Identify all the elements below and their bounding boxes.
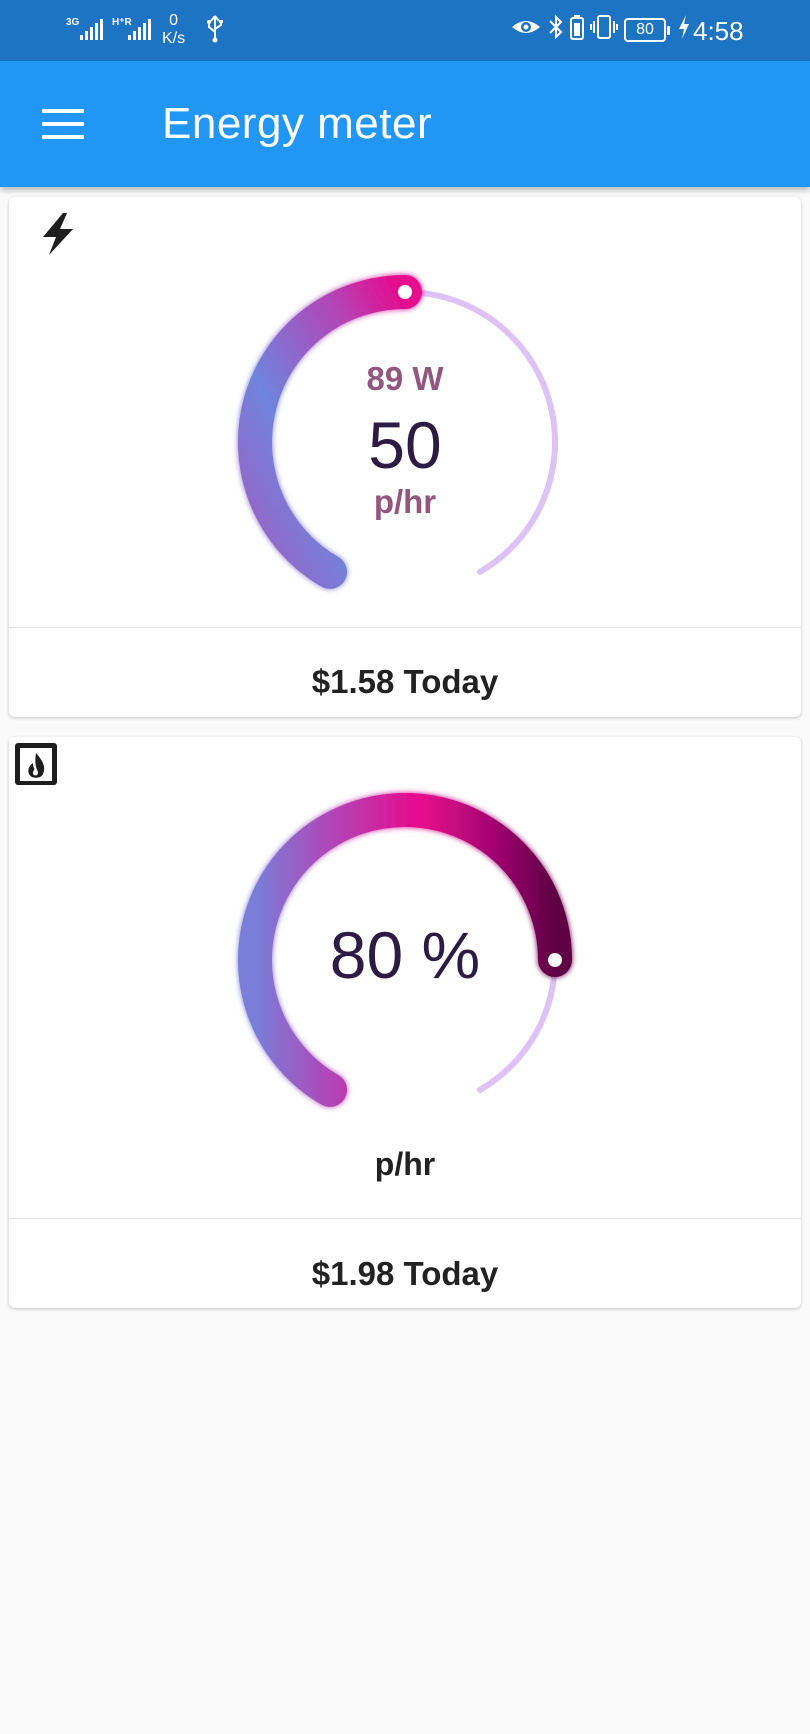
net-speed-value: 0	[169, 12, 179, 29]
percent-value: 80 %	[329, 918, 481, 992]
cost-today: $1.98 Today	[311, 1255, 499, 1292]
eye-icon	[510, 15, 542, 44]
menu-button[interactable]	[36, 101, 90, 147]
signal-3g-icon: 3G	[66, 14, 106, 47]
menu-icon	[42, 109, 84, 113]
app-title: Energy meter	[162, 99, 433, 148]
app-bar: Energy meter	[0, 61, 810, 187]
rate-unit: p/hr	[373, 483, 437, 520]
battery-small-icon	[570, 14, 584, 45]
battery-indicator: 80	[624, 17, 670, 42]
rate-unit: p/hr	[374, 1146, 436, 1182]
rate-value: 50	[368, 408, 442, 482]
bluetooth-icon	[548, 14, 564, 45]
cost-today: $1.58 Today	[311, 663, 499, 700]
charging-icon	[678, 15, 690, 44]
watts-label: 89 W	[366, 360, 444, 397]
net-speed: 0 K/s	[162, 12, 185, 48]
vibrate-icon	[590, 14, 618, 45]
net-speed-unit: K/s	[162, 30, 186, 47]
svg-text:3G: 3G	[66, 17, 80, 28]
svg-text:H⁺R: H⁺R	[112, 17, 133, 28]
card-divider	[9, 1218, 801, 1219]
heating-card[interactable]: 80 % p/hr $1.98 Today	[9, 737, 801, 1308]
status-right-icons: 80	[510, 14, 690, 45]
signal-hplus-icon: H⁺R	[112, 14, 154, 47]
gauge-knob[interactable]	[398, 285, 412, 299]
status-bar: 3G H⁺R 0 K/s 80 4:58	[0, 0, 810, 61]
card-divider	[9, 627, 801, 628]
electricity-card[interactable]: 89 W 50 p/hr $1.58 Today	[9, 197, 801, 717]
clock: 4:58	[693, 16, 744, 46]
usb-icon	[205, 14, 225, 49]
